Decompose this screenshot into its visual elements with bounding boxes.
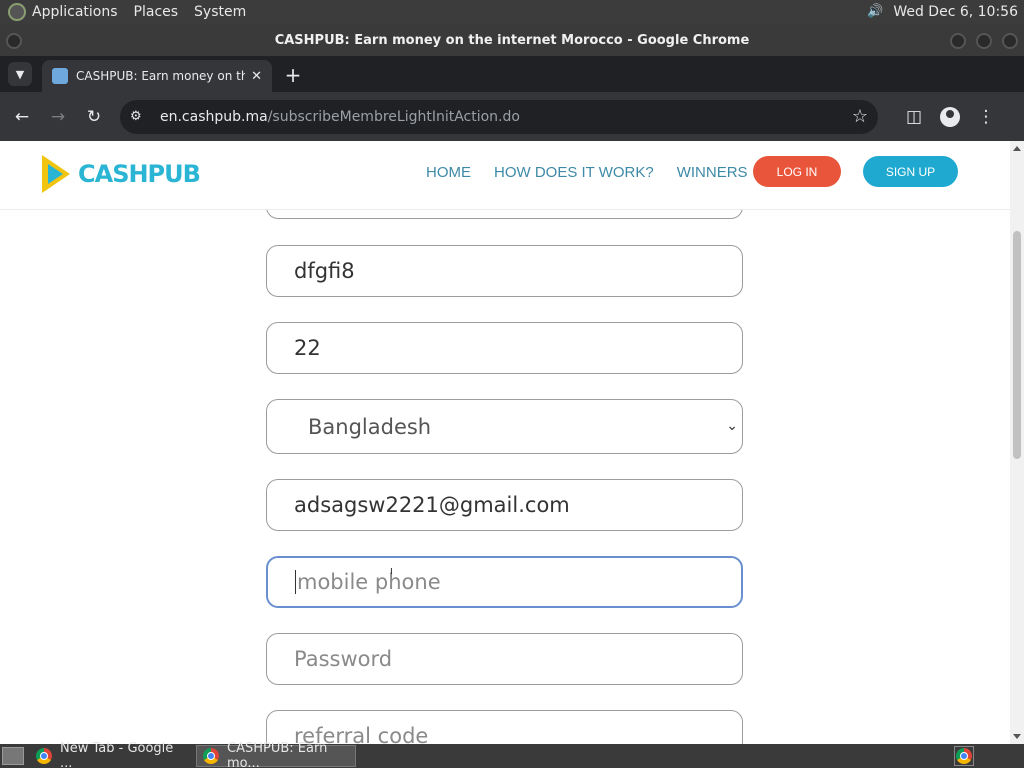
ibeam-cursor-icon: ᴵ (390, 565, 393, 583)
chevron-down-icon: ⌄ (726, 418, 738, 434)
tray-chrome-launcher[interactable] (954, 746, 974, 766)
menu-places[interactable]: Places (134, 4, 179, 20)
country-selected-value: Bangladesh (308, 414, 432, 439)
signup-button[interactable]: SIGN UP (863, 156, 958, 187)
task-label: New Tab - Google ... (60, 741, 174, 768)
scroll-up-icon[interactable] (1013, 146, 1021, 151)
age-field[interactable]: 22 (266, 322, 743, 374)
gnome-foot-icon (8, 3, 26, 21)
browser-toolbar: ← → ↻ ⚙ en.cashpub.ma/subscribeMembreLig… (0, 92, 1024, 141)
scroll-thumb[interactable] (1013, 231, 1021, 459)
show-desktop-icon[interactable] (2, 747, 24, 765)
bottom-taskbar: New Tab - Google ... CASHPUB: Earn mo... (0, 741, 1024, 768)
top-panel: Applications Places System 🔊 Wed Dec 6, … (0, 0, 1024, 24)
site-info-icon[interactable]: ⚙ (130, 109, 150, 124)
cashpub-logo[interactable]: CASHPUB (42, 155, 201, 193)
page-scrollbar[interactable] (1010, 141, 1024, 744)
url-path: /subscribeMembreLightInitAction.do (267, 108, 520, 125)
nav-home[interactable]: HOME (426, 164, 471, 181)
tab-search-button[interactable]: ▼ (8, 62, 32, 86)
main-nav: HOME HOW DOES IT WORK? WINNERS (426, 164, 771, 181)
login-button[interactable]: LOG IN (753, 156, 841, 187)
reload-button[interactable]: ↻ (76, 107, 112, 127)
task-new-tab[interactable]: New Tab - Google ... (30, 741, 190, 768)
nav-winners[interactable]: WINNERS (677, 164, 748, 181)
toolbar-right: ◫ ⋮ (896, 106, 1004, 127)
task-cashpub[interactable]: CASHPUB: Earn mo... (196, 741, 356, 768)
country-select[interactable]: Bangladesh ⌄ (266, 399, 743, 454)
plus-icon: + (284, 63, 302, 87)
close-window-button[interactable] (1002, 33, 1018, 49)
site-header: CASHPUB HOME HOW DOES IT WORK? WINNERS L… (0, 141, 1010, 210)
volume-icon[interactable]: 🔊 (867, 4, 883, 20)
email-field[interactable]: adsagsw2221@gmail.com (266, 479, 743, 531)
kebab-menu-icon[interactable]: ⋮ (968, 107, 1004, 127)
minimize-button[interactable] (950, 33, 966, 49)
close-tab-icon[interactable]: ✕ (251, 69, 262, 84)
menu-applications[interactable]: Applications (32, 4, 118, 20)
task-label: CASHPUB: Earn mo... (227, 741, 328, 768)
bookmark-star-icon[interactable]: ☆ (852, 106, 868, 127)
chrome-icon (36, 748, 52, 764)
clock[interactable]: Wed Dec 6, 10:56 (893, 4, 1018, 20)
profile-avatar-icon[interactable] (940, 106, 960, 127)
cashpub-favicon-icon (52, 68, 68, 84)
new-tab-button[interactable]: + (280, 62, 306, 88)
chrome-icon (956, 748, 972, 764)
mobile-phone-field[interactable]: mobile phone (266, 556, 743, 608)
tab-cashpub[interactable]: CASHPUB: Earn money on the internet Moro… (42, 60, 272, 92)
window-menu-button[interactable] (6, 33, 22, 49)
page-viewport: CASHPUB HOME HOW DOES IT WORK? WINNERS L… (0, 141, 1010, 744)
password-field[interactable]: Password (266, 633, 743, 685)
window-title: CASHPUB: Earn money on the internet Moro… (274, 32, 750, 48)
window-titlebar: CASHPUB: Earn money on the internet Moro… (0, 24, 1024, 56)
side-panel-icon[interactable]: ◫ (896, 107, 932, 127)
nav-how-it-works[interactable]: HOW DOES IT WORK? (494, 164, 654, 181)
address-bar[interactable]: ⚙ en.cashpub.ma/subscribeMembreLightInit… (120, 99, 878, 134)
menu-system[interactable]: System (194, 4, 246, 20)
url-host: en.cashpub.ma (160, 108, 268, 125)
tab-strip: ▼ CASHPUB: Earn money on the internet Mo… (0, 56, 1024, 92)
maximize-button[interactable] (976, 33, 992, 49)
logo-text: CASHPUB (78, 160, 201, 188)
play-logo-icon (42, 155, 74, 193)
text-caret (295, 570, 296, 594)
tab-title: CASHPUB: Earn money on the internet Moro… (76, 69, 246, 83)
reload-icon: ↻ (86, 106, 102, 127)
mobile-phone-placeholder: mobile phone (297, 570, 441, 594)
chevron-down-icon: ▼ (15, 67, 25, 81)
referral-code-field[interactable]: referral code (266, 710, 743, 744)
arrow-left-icon: ← (14, 106, 30, 127)
name-field[interactable]: dfgfi8 (266, 245, 743, 297)
scroll-down-icon[interactable] (1013, 734, 1021, 739)
chrome-icon (203, 748, 219, 764)
forward-button[interactable]: → (40, 107, 76, 127)
arrow-right-icon: → (50, 106, 66, 127)
back-button[interactable]: ← (4, 107, 40, 127)
